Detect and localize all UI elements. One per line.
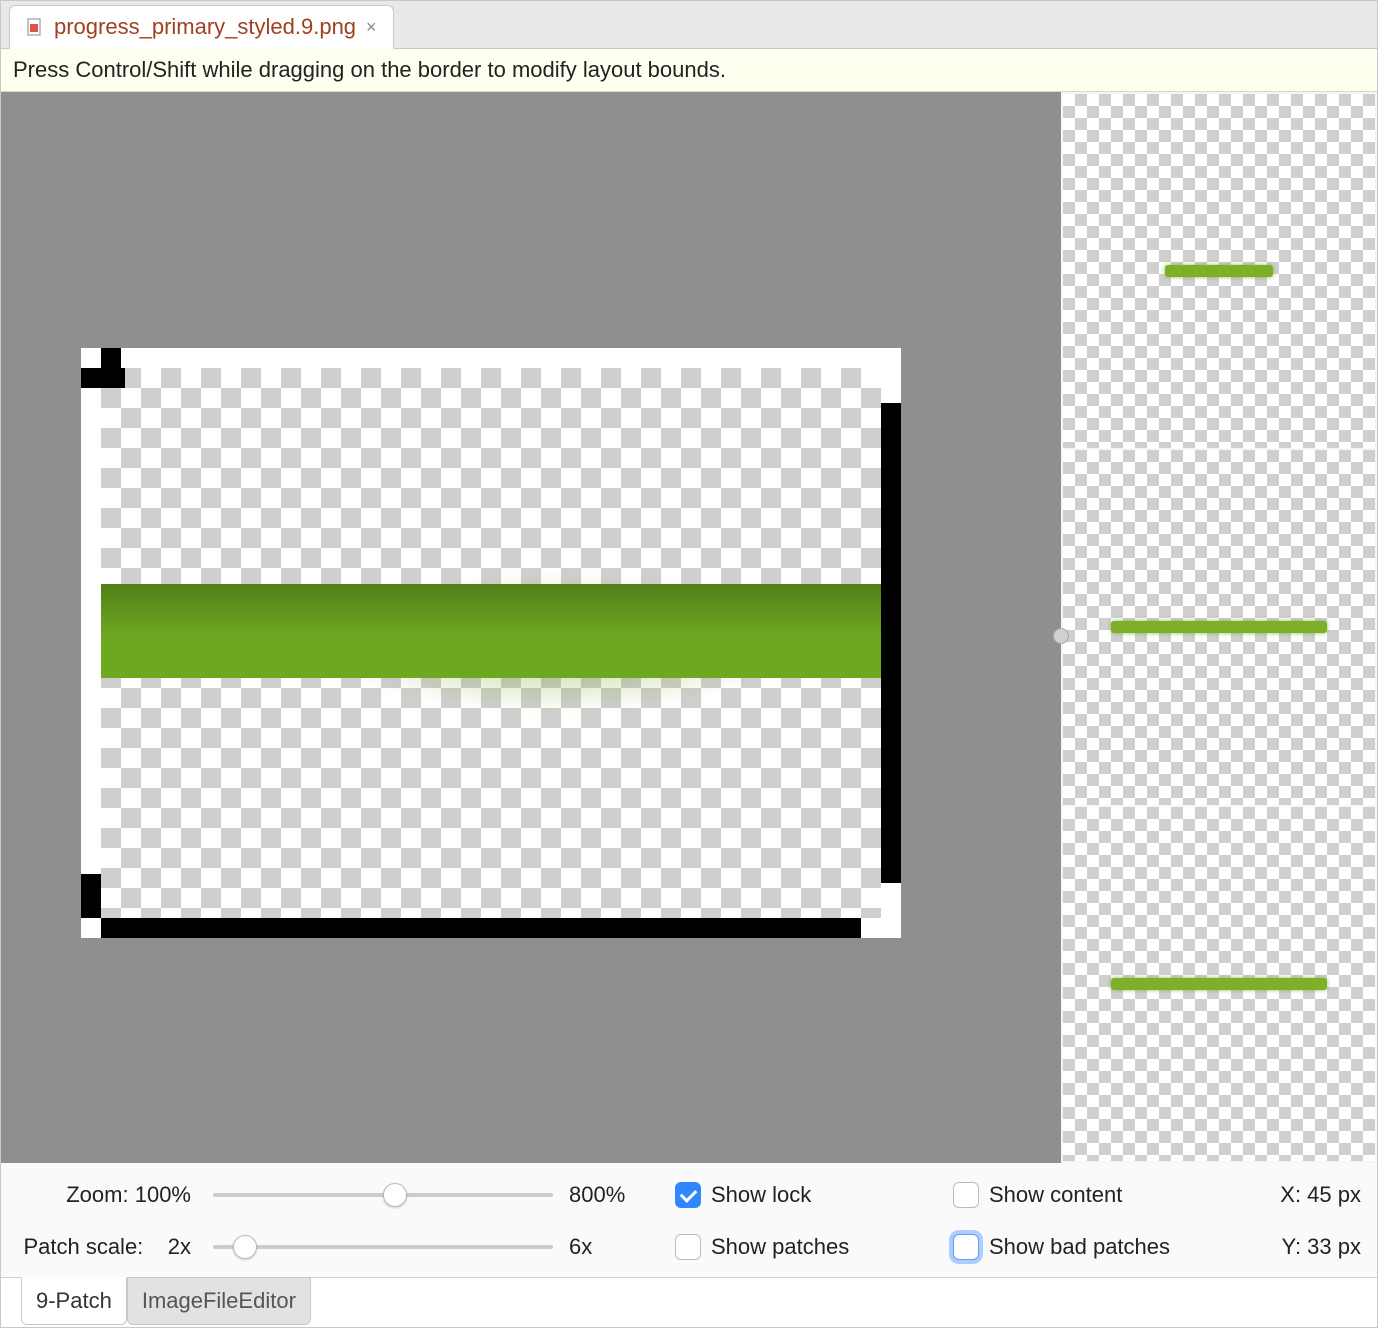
zoom-label: Zoom: <box>66 1182 128 1207</box>
patch-scale-min: 2x <box>168 1234 191 1259</box>
coord-x: X: 45 px <box>1231 1182 1361 1208</box>
subtab-image-file-editor[interactable]: ImageFileEditor <box>127 1277 311 1325</box>
zoom-min: 100% <box>135 1182 191 1207</box>
preview-cell-3 <box>1063 807 1375 1161</box>
canvas-pane[interactable] <box>1 92 1061 1163</box>
zoom-max: 800% <box>569 1182 659 1208</box>
zoom-slider[interactable] <box>213 1185 553 1205</box>
patch-guide-bottom-b[interactable] <box>141 918 861 938</box>
patch-guide-bottom-a[interactable] <box>101 918 141 938</box>
subtab-bar: 9-Patch ImageFileEditor <box>1 1277 1377 1327</box>
patch-scale-max: 6x <box>569 1234 659 1260</box>
checkbox-label: Show patches <box>711 1234 849 1260</box>
check-icon <box>675 1182 701 1208</box>
close-tab-icon[interactable]: × <box>366 17 377 38</box>
checkbox-label: Show bad patches <box>989 1234 1170 1260</box>
subtab-9patch[interactable]: 9-Patch <box>21 1277 127 1325</box>
checkbox-show-content[interactable]: Show content <box>953 1182 1215 1208</box>
patch-guide-left-a[interactable] <box>101 348 121 388</box>
patch-guide-left-b[interactable] <box>81 874 101 918</box>
preview-cell-1 <box>1063 94 1375 448</box>
preview-splitter-handle[interactable] <box>1053 628 1069 644</box>
preview-bar-1 <box>1165 265 1273 277</box>
checkbox-show-patches[interactable]: Show patches <box>675 1234 937 1260</box>
checkbox-show-lock[interactable]: Show lock <box>675 1182 937 1208</box>
checkbox-label: Show lock <box>711 1182 811 1208</box>
file-tab[interactable]: progress_primary_styled.9.png × <box>9 5 394 49</box>
coord-y: Y: 33 px <box>1231 1234 1361 1260</box>
hint-bar: Press Control/Shift while dragging on th… <box>1 49 1377 92</box>
file-tab-label: progress_primary_styled.9.png <box>54 14 356 40</box>
preview-bar-3 <box>1111 978 1327 990</box>
check-icon <box>675 1234 701 1260</box>
controls-bar: Zoom: 100% 800% Show lock Show content X… <box>1 1163 1377 1277</box>
patch-scale-slider[interactable] <box>213 1237 553 1257</box>
check-icon <box>953 1234 979 1260</box>
checkbox-show-bad-patches[interactable]: Show bad patches <box>953 1234 1215 1260</box>
nine-patch-canvas[interactable] <box>81 348 901 938</box>
progress-bar-content <box>101 584 881 678</box>
preview-bar-2 <box>1111 621 1327 633</box>
checkbox-label: Show content <box>989 1182 1122 1208</box>
patch-scale-label: Patch scale: <box>23 1234 143 1259</box>
preview-pane <box>1061 92 1377 1163</box>
editor-tab-bar: progress_primary_styled.9.png × <box>1 1 1377 49</box>
patch-guide-right[interactable] <box>881 403 901 883</box>
preview-cell-2 <box>1063 450 1375 804</box>
editor-area <box>1 92 1377 1163</box>
image-file-icon <box>26 18 44 36</box>
check-icon <box>953 1182 979 1208</box>
